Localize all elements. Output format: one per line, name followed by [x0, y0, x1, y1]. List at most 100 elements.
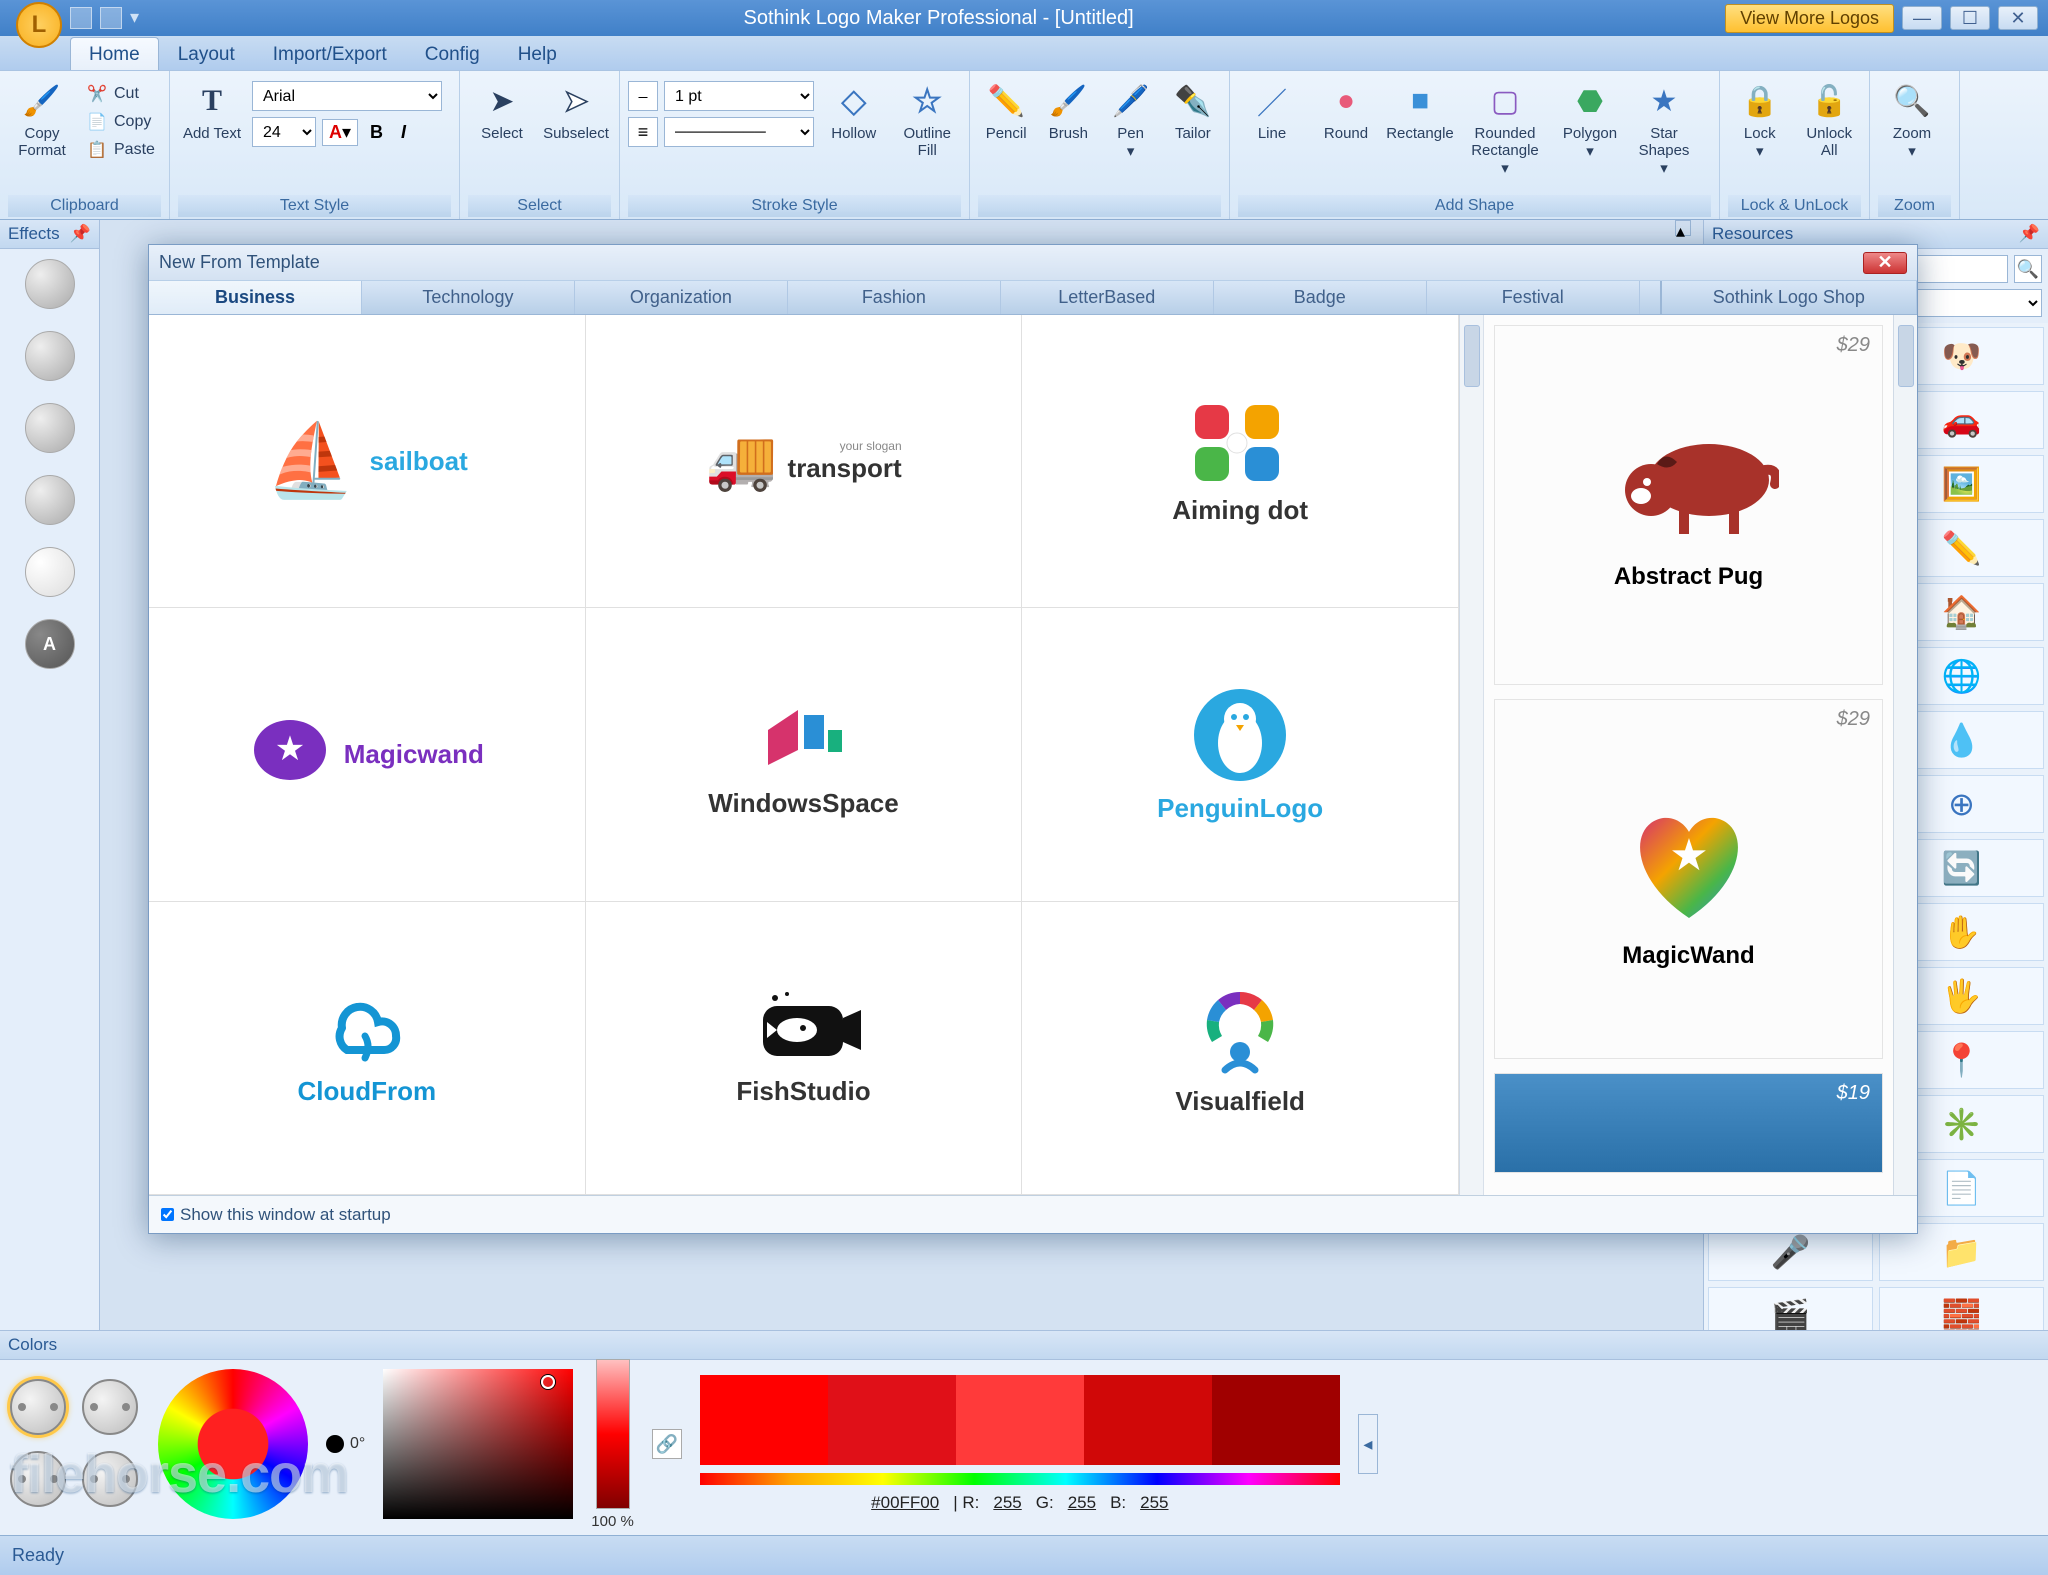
copy-icon: 📄: [86, 111, 108, 133]
dialog-tab-organization[interactable]: Organization: [575, 281, 788, 314]
outline-fill-button[interactable]: ★Outline Fill: [894, 77, 962, 159]
search-icon[interactable]: 🔍: [2014, 255, 2042, 283]
clipboard-group-label: Clipboard: [8, 195, 161, 217]
dialog-tab-shop[interactable]: Sothink Logo Shop: [1660, 281, 1917, 314]
stroke-join-button[interactable]: ≡: [628, 117, 658, 147]
paste-button[interactable]: 📋Paste: [82, 137, 159, 163]
copy-format-button[interactable]: 🖌️Copy Format: [8, 77, 76, 159]
hue-strip[interactable]: [700, 1473, 1340, 1485]
stroke-style-select[interactable]: ────────: [664, 117, 814, 147]
canvas-scroll-up[interactable]: ▴: [1675, 220, 1691, 236]
view-more-logos-button[interactable]: View More Logos: [1725, 4, 1894, 33]
qat-dropdown-icon[interactable]: ▾: [130, 7, 152, 29]
template-penguin[interactable]: PenguinLogo: [1022, 608, 1459, 901]
aiming-dot-icon: [1185, 397, 1295, 487]
rounded-rect-shape-button[interactable]: ▢Rounded Rectangle▾: [1460, 77, 1550, 177]
copy-button[interactable]: 📄Copy: [82, 109, 159, 135]
italic-button[interactable]: I: [395, 120, 412, 145]
shop-item-magicwand[interactable]: $29 ★ MagicWand: [1494, 699, 1883, 1059]
pin-icon[interactable]: 📌: [70, 224, 91, 244]
dialog-tab-letterbased[interactable]: LetterBased: [1001, 281, 1214, 314]
template-aiming-dot[interactable]: Aiming dot: [1022, 315, 1459, 608]
template-magicwand[interactable]: ★Magicwand: [149, 608, 586, 901]
pencil-tool-button[interactable]: ✏️Pencil: [978, 77, 1034, 142]
pin-icon[interactable]: 📌: [2019, 224, 2040, 244]
zoom-button[interactable]: 🔍Zoom▾: [1878, 77, 1946, 160]
tailor-tool-button[interactable]: ✒️Tailor: [1165, 77, 1221, 142]
stroke-cap-button[interactable]: ⎯: [628, 81, 658, 111]
font-size-select[interactable]: 24: [252, 117, 316, 147]
truck-icon: 🚚: [705, 432, 777, 490]
maximize-button[interactable]: ☐: [1950, 6, 1990, 30]
template-transport[interactable]: 🚚your slogantransport: [586, 315, 1023, 608]
color-knob-3[interactable]: [10, 1451, 66, 1507]
tab-layout[interactable]: Layout: [159, 37, 254, 70]
cut-button[interactable]: ✂️Cut: [82, 81, 159, 107]
font-family-select[interactable]: Arial: [252, 81, 442, 111]
dialog-tab-fashion[interactable]: Fashion: [788, 281, 1001, 314]
dialog-tab-badge[interactable]: Badge: [1214, 281, 1427, 314]
diamond-outline-icon: ◆: [834, 81, 874, 121]
lock-button[interactable]: 🔒Lock▾: [1728, 77, 1792, 160]
dialog-tab-festival[interactable]: Festival: [1427, 281, 1640, 314]
tab-help[interactable]: Help: [499, 37, 576, 70]
show-startup-checkbox[interactable]: Show this window at startup: [161, 1205, 391, 1225]
pen-tool-button[interactable]: 🖊️Pen▾: [1103, 77, 1159, 160]
tab-home[interactable]: Home: [70, 37, 159, 70]
template-windowsspace[interactable]: WindowsSpace: [586, 608, 1023, 901]
template-cloudfrom[interactable]: CloudFrom: [149, 902, 586, 1195]
app-icon[interactable]: L: [16, 2, 62, 48]
effect-preset-2[interactable]: [25, 331, 75, 381]
star-shape-button[interactable]: ★Star Shapes▾: [1630, 77, 1698, 177]
polygon-shape-button[interactable]: ⬣Polygon▾: [1556, 77, 1624, 160]
select-tool-button[interactable]: ➤Select: [468, 77, 536, 142]
link-colors-button[interactable]: 🔗: [652, 1429, 682, 1459]
tab-import-export[interactable]: Import/Export: [254, 37, 406, 70]
add-text-button[interactable]: TAdd Text: [178, 77, 246, 142]
dialog-tab-technology[interactable]: Technology: [362, 281, 575, 314]
stroke-width-select[interactable]: 1 pt: [664, 81, 814, 111]
template-scrollbar[interactable]: [1459, 315, 1483, 1195]
bold-button[interactable]: B: [364, 120, 389, 145]
stroke-group-label: Stroke Style: [628, 195, 961, 217]
dialog-tab-business[interactable]: Business: [149, 281, 362, 314]
template-sailboat[interactable]: ⛵sailboat: [149, 315, 586, 608]
square-icon: ■: [1400, 81, 1440, 121]
shop-item-abstract-pug[interactable]: $29 Abstract Pug: [1494, 325, 1883, 685]
line-shape-button[interactable]: ／Line: [1238, 77, 1306, 142]
template-fishstudio[interactable]: FishStudio: [586, 902, 1023, 1195]
font-color-button[interactable]: A▾: [322, 119, 358, 146]
tab-config[interactable]: Config: [406, 37, 499, 70]
round-shape-button[interactable]: ●Round: [1312, 77, 1380, 142]
color-knob-2[interactable]: [82, 1379, 138, 1435]
dialog-close-button[interactable]: ✕: [1863, 252, 1907, 274]
star-outline-icon: ★: [907, 81, 947, 121]
qat-save-icon[interactable]: [70, 7, 92, 29]
close-button[interactable]: ✕: [1998, 6, 2038, 30]
pug-icon: [1599, 420, 1779, 550]
brush-tool-button[interactable]: 🖌️Brush: [1040, 77, 1096, 142]
template-visualfield[interactable]: Visualfield: [1022, 902, 1459, 1195]
color-knob-4[interactable]: [82, 1451, 138, 1507]
penguin-icon: [1190, 685, 1290, 785]
color-wheel[interactable]: [158, 1369, 308, 1519]
shop-scrollbar[interactable]: [1893, 315, 1917, 1195]
saturation-box[interactable]: [383, 1369, 573, 1519]
value-slider[interactable]: [596, 1359, 630, 1509]
minimize-button[interactable]: —: [1902, 6, 1942, 30]
cursor-icon: ➤: [482, 81, 522, 121]
color-swatches[interactable]: [700, 1375, 1340, 1465]
effect-preset-4[interactable]: [25, 475, 75, 525]
effect-preset-5[interactable]: [25, 547, 75, 597]
shop-item-partial[interactable]: $19: [1494, 1073, 1883, 1173]
rectangle-shape-button[interactable]: ■Rectangle: [1386, 77, 1454, 142]
color-knob-1[interactable]: [10, 1379, 66, 1435]
subselect-tool-button[interactable]: ➤Subselect: [542, 77, 610, 142]
hollow-button[interactable]: ◆Hollow: [820, 77, 888, 142]
qat-open-icon[interactable]: [100, 7, 122, 29]
effect-preset-6[interactable]: A: [25, 619, 75, 669]
expand-colors-button[interactable]: ◂: [1358, 1414, 1378, 1474]
effect-preset-1[interactable]: [25, 259, 75, 309]
effect-preset-3[interactable]: [25, 403, 75, 453]
unlock-all-button[interactable]: 🔓Unlock All: [1798, 77, 1862, 159]
